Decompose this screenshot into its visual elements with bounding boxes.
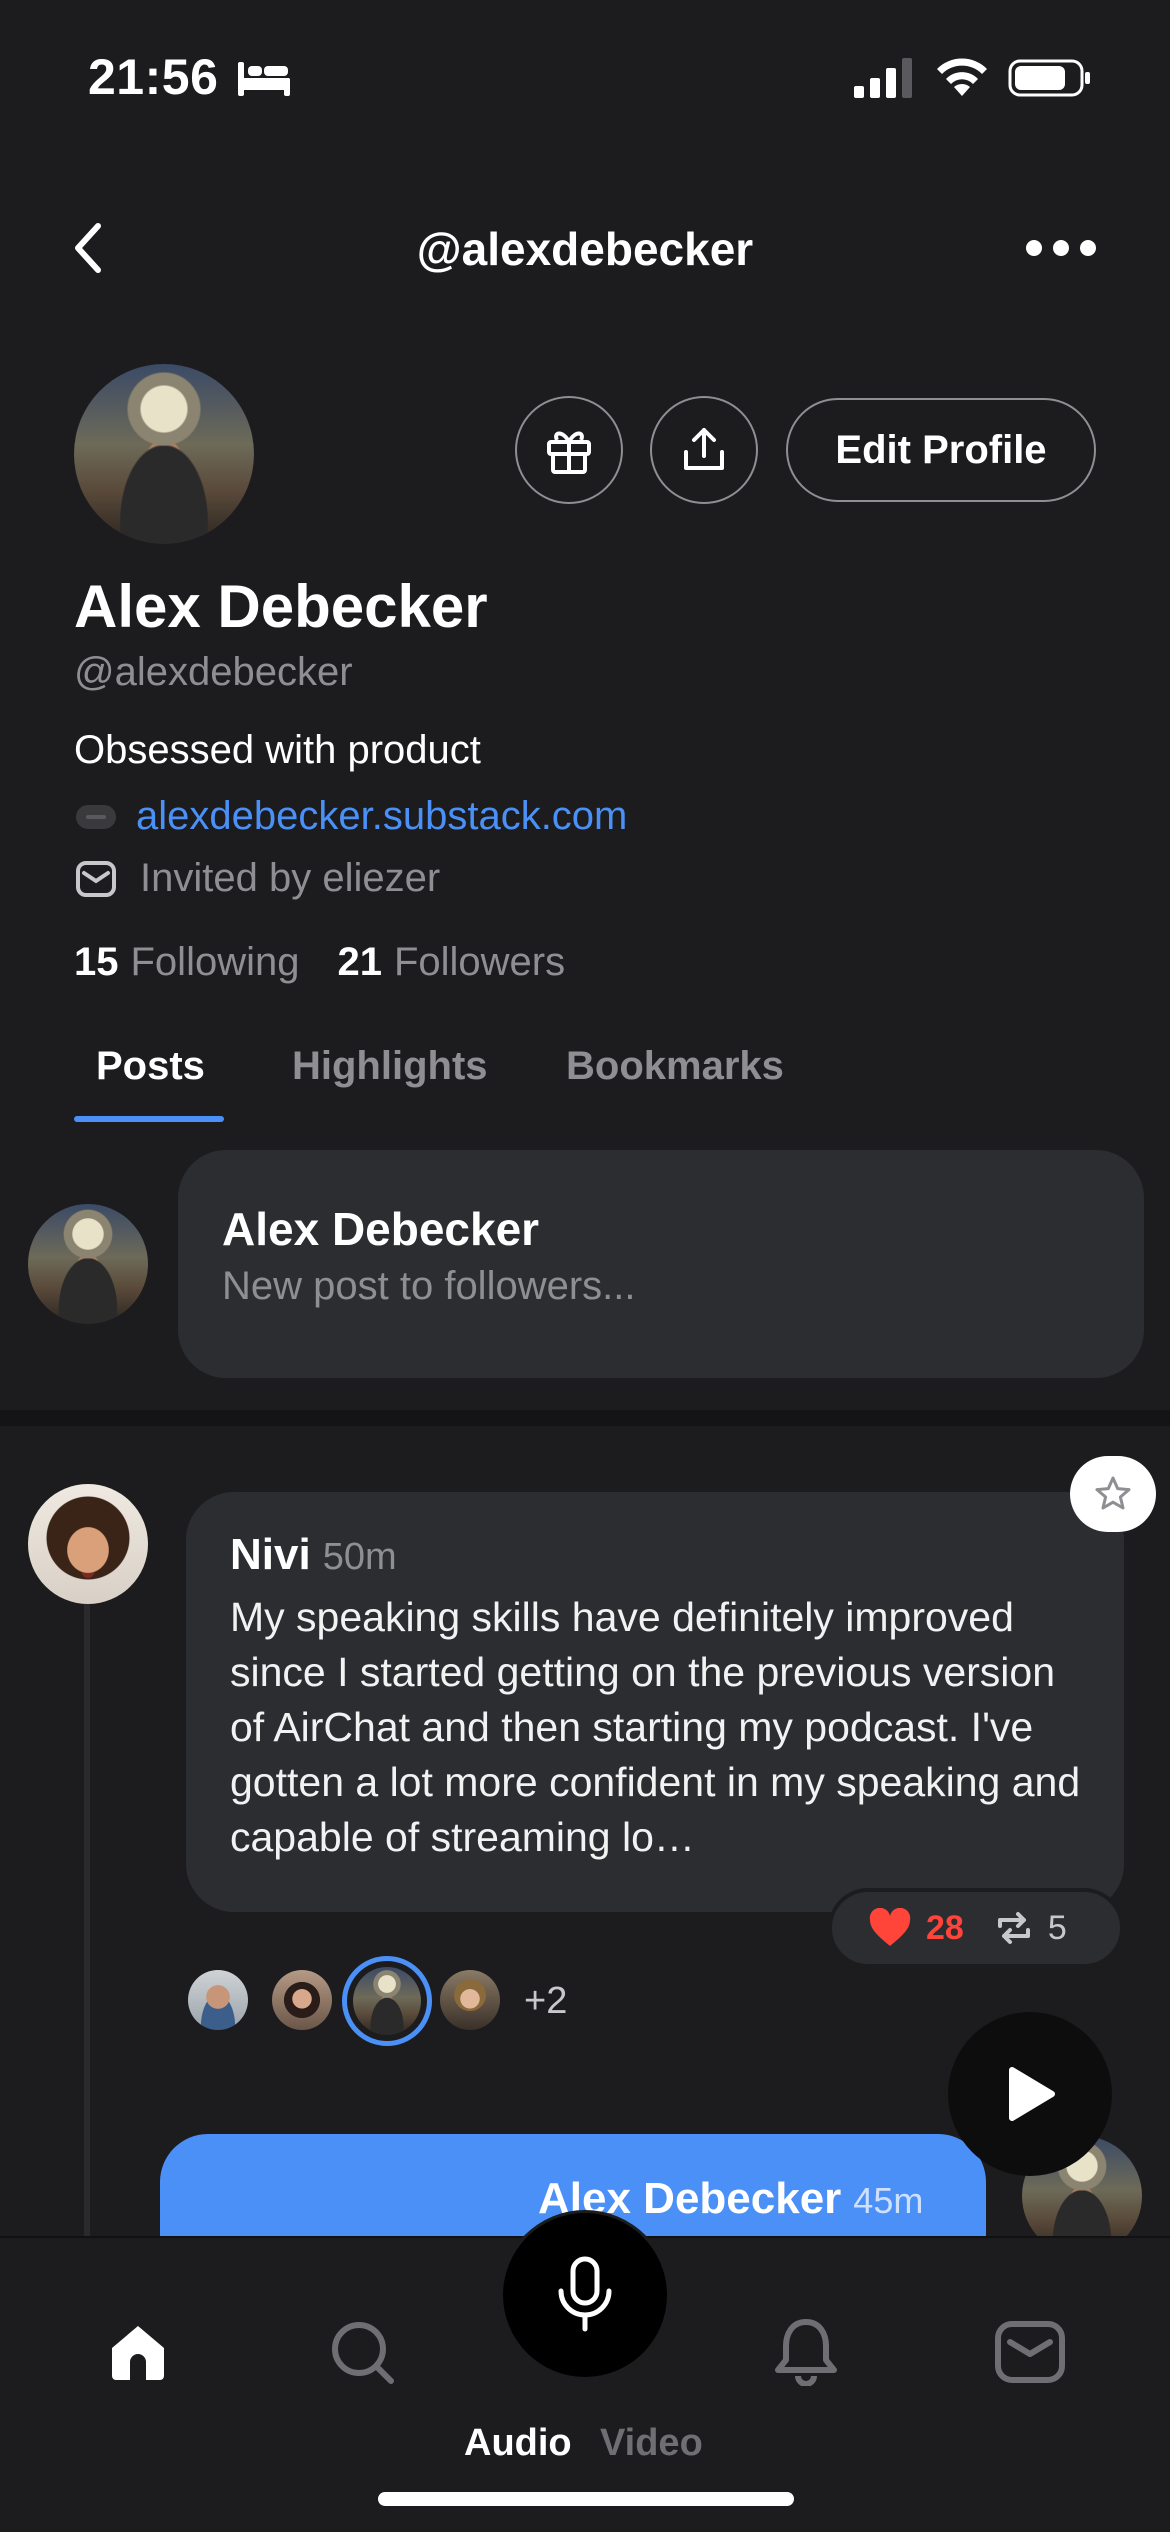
listener-avatar[interactable] bbox=[440, 1970, 500, 2030]
following-count: 15 bbox=[74, 940, 119, 984]
record-button[interactable] bbox=[503, 2213, 667, 2377]
post-transcript: My speaking skills have definitely impro… bbox=[230, 1594, 1081, 1860]
sleep-focus-icon bbox=[238, 62, 290, 96]
profile-bio: Obsessed with product bbox=[74, 728, 481, 772]
page-title: @alexdebecker bbox=[416, 223, 754, 275]
followers-label: Followers bbox=[393, 940, 566, 984]
share-icon bbox=[684, 428, 724, 470]
link-icon bbox=[76, 804, 116, 829]
tab-posts[interactable]: Posts bbox=[96, 1044, 205, 1089]
invited-by: Invited by eliezer bbox=[74, 856, 440, 901]
thread-line bbox=[84, 1600, 90, 2240]
listener-avatar bbox=[353, 1967, 421, 2035]
following-stat[interactable]: 15 Following bbox=[74, 940, 299, 985]
listener-avatar-active[interactable] bbox=[342, 1956, 432, 2046]
search-icon bbox=[332, 2322, 394, 2384]
composer-avatar bbox=[28, 1204, 148, 1324]
nav-inbox[interactable] bbox=[990, 2316, 1070, 2388]
followers-count: 21 bbox=[337, 940, 382, 984]
followers-stat[interactable]: 21 Followers bbox=[337, 940, 565, 985]
composer-name: Alex Debecker bbox=[222, 1203, 540, 1255]
more-icon bbox=[1026, 240, 1042, 256]
gift-icon bbox=[547, 431, 591, 474]
record-button-wrapper bbox=[500, 2210, 670, 2380]
profile-name: Alex Debecker bbox=[74, 573, 488, 640]
post-author-avatar[interactable] bbox=[28, 1484, 148, 1604]
following-label: Following bbox=[130, 940, 300, 984]
nav-home[interactable] bbox=[98, 2316, 178, 2388]
repost-icon[interactable] bbox=[994, 1908, 1034, 1948]
mic-icon bbox=[558, 2256, 612, 2332]
bell-icon bbox=[775, 2319, 837, 2386]
more-listeners-count[interactable]: +2 bbox=[524, 1980, 567, 2023]
post-reactions: 28 5 bbox=[828, 1888, 1124, 1968]
like-count: 28 bbox=[926, 1908, 964, 1947]
inbox-icon bbox=[995, 2321, 1065, 2383]
post-header: Nivi 50m bbox=[230, 1530, 397, 1580]
heart-icon[interactable] bbox=[868, 1908, 912, 1948]
repost-count: 5 bbox=[1047, 1908, 1067, 1947]
gift-button[interactable] bbox=[515, 396, 623, 504]
profile-link-text[interactable]: alexdebecker.substack.com bbox=[136, 794, 627, 839]
nav-notifications[interactable] bbox=[766, 2316, 846, 2388]
mode-video[interactable]: Video bbox=[600, 2422, 703, 2465]
star-button[interactable] bbox=[1070, 1456, 1156, 1532]
play-button[interactable] bbox=[948, 2012, 1112, 2176]
section-divider bbox=[0, 1410, 1170, 1426]
tab-bookmarks[interactable]: Bookmarks bbox=[566, 1044, 784, 1089]
profile-avatar[interactable] bbox=[74, 364, 254, 544]
share-profile-button[interactable] bbox=[650, 396, 758, 504]
listener-avatar[interactable] bbox=[188, 1970, 248, 2030]
cellular-signal-icon bbox=[854, 58, 912, 98]
listener-avatar[interactable] bbox=[272, 1970, 332, 2030]
active-tab-indicator bbox=[74, 1116, 224, 1122]
post-time: 50m bbox=[322, 1536, 397, 1578]
star-icon bbox=[1095, 1476, 1131, 1510]
profile-handle: @alexdebecker bbox=[74, 650, 353, 694]
tab-highlights[interactable]: Highlights bbox=[292, 1044, 488, 1089]
wifi-icon bbox=[937, 58, 987, 96]
play-icon bbox=[1009, 2067, 1055, 2121]
next-post-time: 45m bbox=[853, 2180, 924, 2221]
mail-icon bbox=[76, 860, 116, 897]
profile-link[interactable]: alexdebecker.substack.com bbox=[74, 794, 627, 839]
nav-search[interactable] bbox=[322, 2316, 402, 2388]
home-icon bbox=[112, 2326, 164, 2380]
mode-audio[interactable]: Audio bbox=[464, 2422, 572, 2465]
battery-icon bbox=[1008, 59, 1090, 97]
home-indicator bbox=[378, 2492, 794, 2506]
follow-stats: 15 Following 21 Followers bbox=[74, 940, 565, 985]
status-time: 21:56 bbox=[88, 49, 219, 105]
composer-placeholder[interactable]: New post to followers... bbox=[222, 1264, 636, 1309]
post-author[interactable]: Nivi bbox=[230, 1530, 311, 1579]
invited-by-text: Invited by eliezer bbox=[140, 856, 441, 900]
edit-profile-button[interactable]: Edit Profile bbox=[786, 398, 1096, 502]
more-options-button[interactable] bbox=[1026, 228, 1096, 268]
